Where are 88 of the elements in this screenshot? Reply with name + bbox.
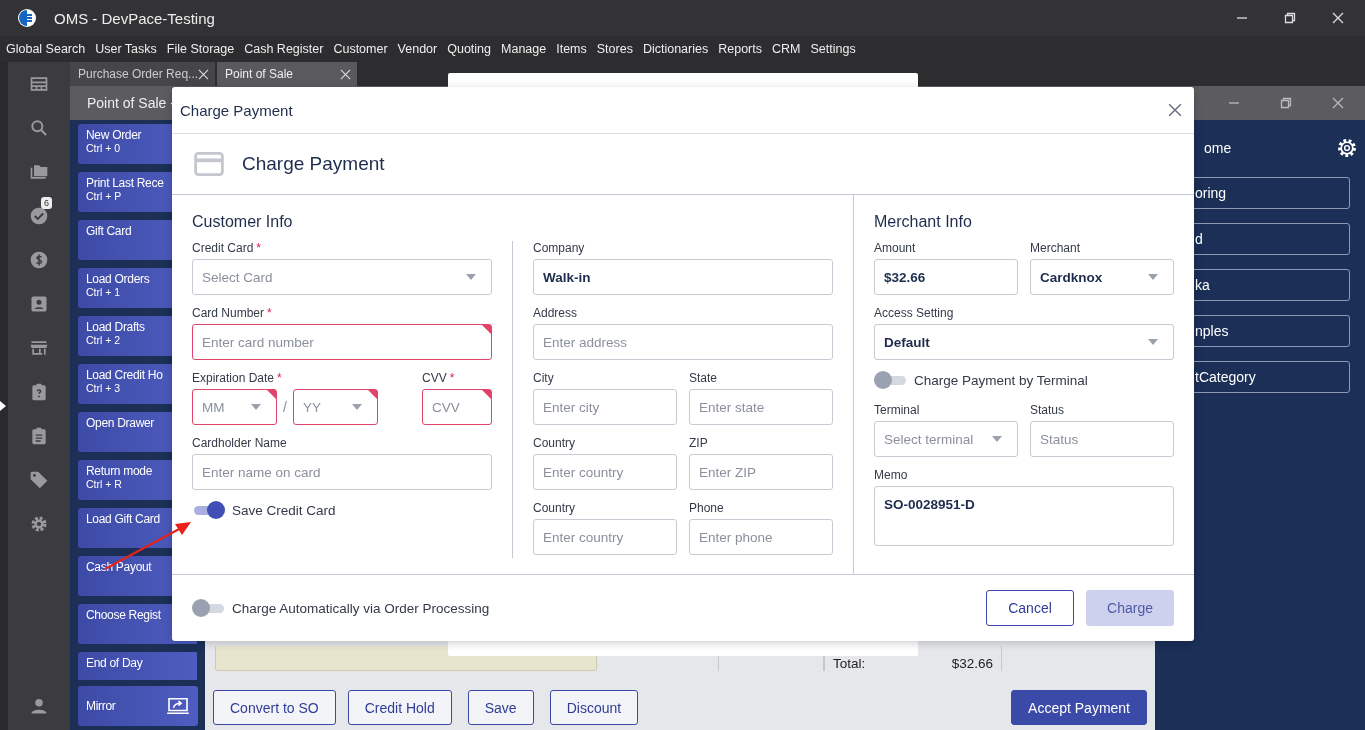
close-icon[interactable] [1168,103,1182,117]
field-label: Company [533,241,586,255]
field-label: Amount [874,241,917,255]
toggle-label: Charge Automatically via Order Processing [232,600,490,616]
toggle-label: Charge Payment by Terminal [914,372,1088,388]
mirror-button[interactable]: Mirror [78,686,198,726]
screen-share-icon [166,697,190,715]
dialog-title: Charge Payment [180,101,293,119]
input-field[interactable]: $32.66 [874,259,1018,295]
toggle-switch[interactable] [192,501,224,519]
menu-item[interactable]: Cash Register [244,42,324,56]
check-circle-icon[interactable] [29,206,49,226]
tag-icon[interactable] [29,470,49,490]
action-button[interactable]: Save [467,690,534,725]
folder-icon[interactable] [29,162,49,182]
required-mark: * [449,371,455,385]
required-mark: * [256,241,262,255]
action-button[interactable]: Accept Payment [1011,690,1147,725]
contact-card-icon[interactable] [29,294,49,314]
caret-icon [992,436,1002,442]
settings-icon[interactable] [1336,137,1358,159]
menu-item[interactable]: Stores [596,42,633,56]
toggle-switch[interactable] [192,599,224,617]
restore-icon[interactable] [1284,12,1296,24]
memo-field[interactable]: SO-0028951-D [874,486,1174,546]
menu-item[interactable]: Settings [810,42,856,56]
credit-card-icon [194,152,224,176]
field-label: CVV * [422,371,456,385]
toggle-label: Save Credit Card [232,502,336,518]
field-label: Country [533,501,577,515]
dialog-heading: Charge Payment [242,153,385,175]
menu-item[interactable]: Global Search [6,42,86,56]
action-button[interactable]: Convert to SO [213,690,336,725]
menu-item[interactable]: Manage [501,42,547,56]
input-field[interactable]: Walk-in [533,259,833,295]
field-label: Terminal [874,403,921,417]
field-label: City [533,371,555,385]
field-label: ZIP [689,436,709,450]
clipboard-icon[interactable] [29,426,49,446]
caret-icon [466,274,476,280]
menu-item[interactable]: Customer [333,42,388,56]
store-icon[interactable] [29,338,49,358]
field-label: Address [533,306,579,320]
app-logo-icon [17,8,37,28]
tab[interactable]: Point of Sale [217,62,357,86]
table-icon[interactable] [29,74,49,94]
field-label: Phone [689,501,725,515]
tab[interactable]: Purchase Order Req... [70,62,215,86]
search-icon[interactable] [29,118,49,138]
menu-item[interactable]: Reports [718,42,762,56]
action-button[interactable]: Discount [549,690,639,725]
toggle-switch[interactable] [874,371,906,389]
field-label: Memo [874,468,909,482]
dropdown[interactable]: Cardknox [1030,259,1174,295]
menu-item[interactable]: Quoting [447,42,491,56]
caret-icon [351,404,362,410]
date-separator: / [283,399,287,415]
dollar-icon[interactable] [29,250,49,270]
dialog-button[interactable]: Cancel [986,590,1074,626]
clipboard-question-icon[interactable] [29,382,49,402]
menu-item[interactable]: Vendor [397,42,438,56]
field-label: State [689,371,719,385]
action-button[interactable]: Credit Hold [347,690,452,725]
notification-badge: 6 [41,197,52,209]
pos-action-button[interactable]: End of Day [78,652,197,680]
pos-title: Point of Sale - [87,95,175,111]
field-label: Merchant [1030,241,1082,255]
total-value: $32.66 [951,656,993,671]
window-title: OMS - DevPace-Testing [54,9,215,27]
field-label: Country [533,436,577,450]
required-mark: * [277,371,282,385]
home-label[interactable]: ome [1204,140,1232,156]
user-icon[interactable] [29,696,49,716]
field-label: Access Setting [874,306,955,320]
menu-item[interactable]: Items [556,42,587,56]
menu-item[interactable]: Dictionaries [642,42,709,56]
menu-item[interactable]: User Tasks [95,42,157,56]
field-label: Status [1030,403,1066,417]
section-heading: Merchant Info [874,213,972,230]
caret-icon [1148,339,1158,345]
total-label: Total: [833,656,866,671]
menu-item[interactable]: File Storage [166,42,235,56]
caret-icon [251,404,261,410]
menu-item[interactable]: CRM [772,42,801,56]
caret-icon [1148,274,1158,280]
required-mark: * [267,306,272,320]
dropdown[interactable]: Default [874,324,1174,360]
expand-arrow-icon[interactable] [0,401,6,411]
